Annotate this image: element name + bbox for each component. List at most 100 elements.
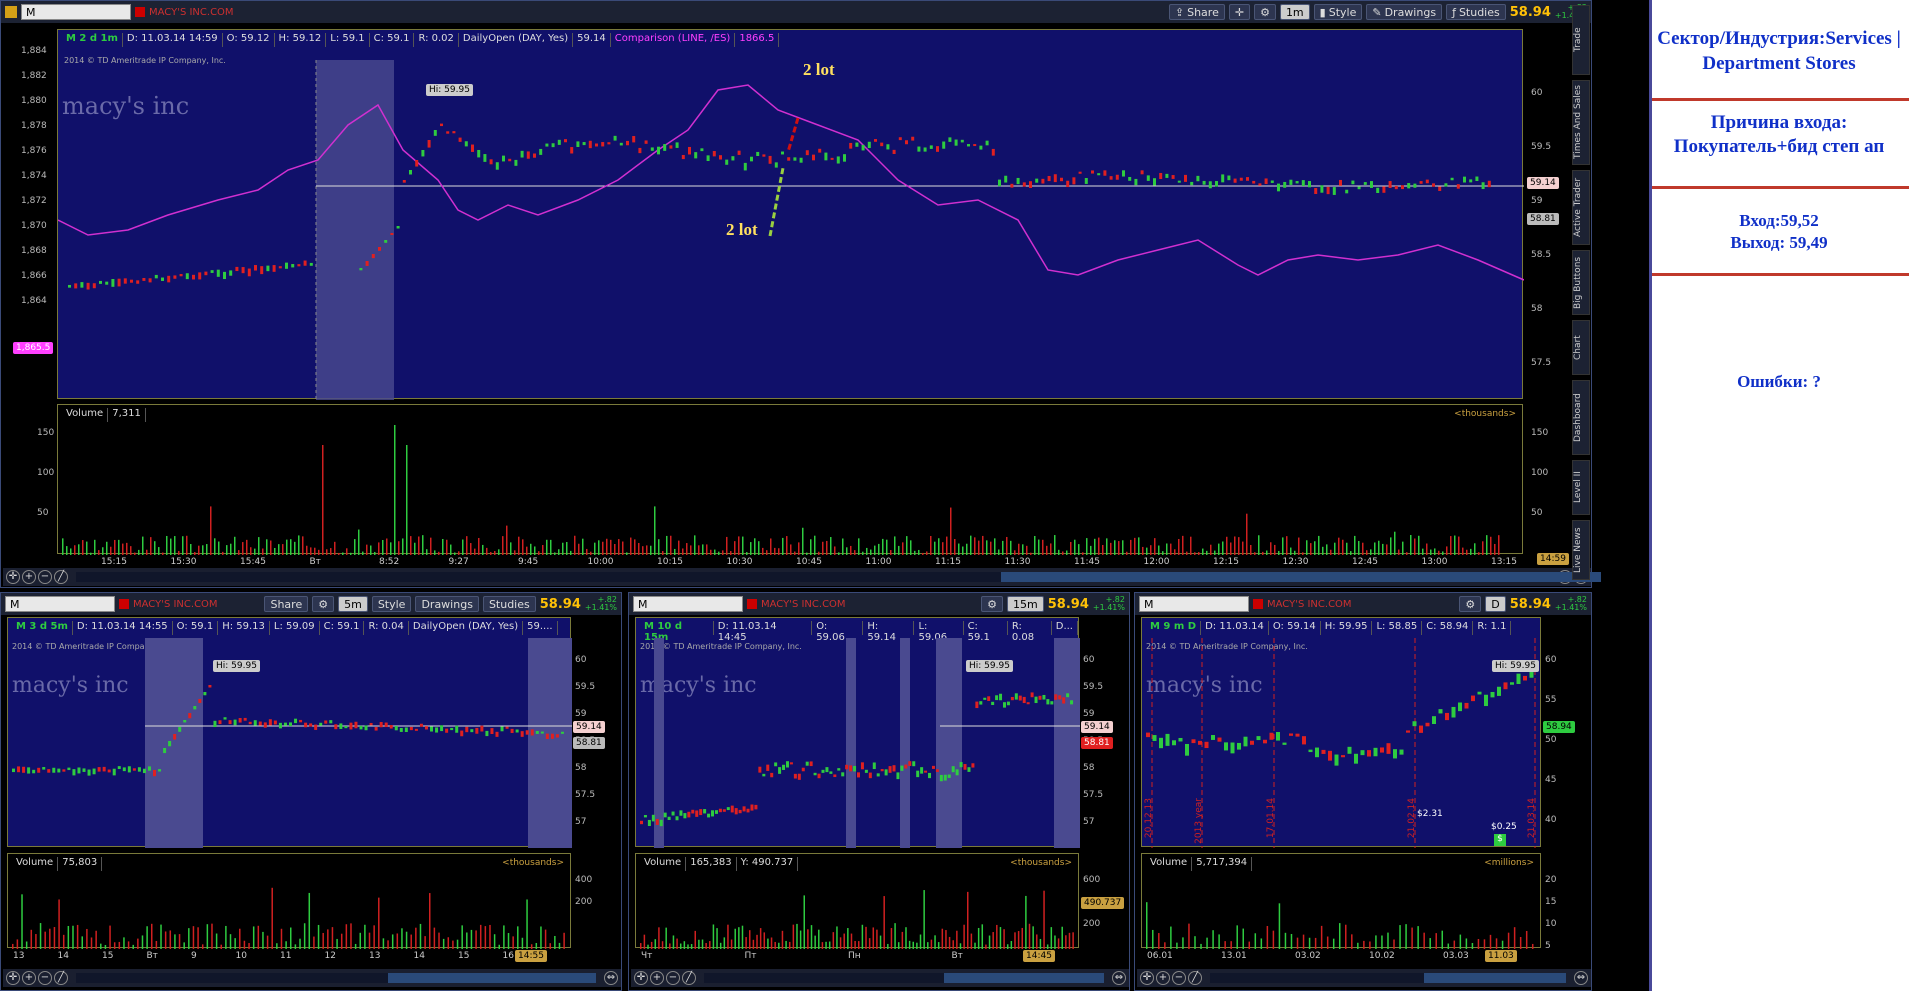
link-icon[interactable] [119,599,129,609]
volume-bar [1054,535,1056,555]
volume-plot[interactable]: Volume 5,717,394 <millions> [1141,853,1541,949]
zoom-in-icon[interactable]: + [650,971,664,985]
volume-bar [362,551,364,555]
side-tab[interactable]: Level II [1572,460,1590,515]
volume-plot[interactable]: Volume 165,383 Y: 490.737 <thousands> [635,853,1079,949]
volume-bar [1266,925,1269,949]
scrollbar-track[interactable] [76,572,1601,582]
draw-line-icon[interactable]: ╱ [54,971,68,985]
time-axis-tick: 11:00 [865,557,892,567]
right-axis-tick: 60 [1545,655,1557,665]
es-price-tag: 1,865.5 [13,342,54,354]
scrollbar-thumb[interactable] [944,973,1104,983]
candle [167,275,171,283]
price-plot[interactable]: M 10 d 15m D: 11.03.14 14:45 O: 59.06 H: 59… [635,617,1080,848]
side-tab[interactable]: Times And Sales [1572,80,1590,165]
side-tab[interactable]: Chart [1572,320,1590,375]
draw-line-icon[interactable]: ╱ [54,570,68,584]
candle [908,761,912,766]
expand-icon[interactable]: ⇔ [1112,971,1126,985]
candle [1022,182,1026,187]
app-icon[interactable] [5,6,17,18]
candle [299,719,303,723]
candle [394,726,398,731]
volume-bar [1248,941,1251,949]
volume-bar [1142,546,1144,555]
pan-icon[interactable]: ✛ [6,971,20,985]
interval-button[interactable]: D [1485,596,1506,612]
settings-button[interactable]: ⚙ [312,596,335,612]
price-plot[interactable]: M 3 d 5m D: 11.03.14 14:55 O: 59.1 H: 59.13… [7,617,572,848]
side-tab[interactable]: Live News [1572,520,1590,580]
interval-button[interactable]: 15m [1007,596,1044,612]
zoom-out-icon[interactable]: − [38,971,52,985]
scrollbar-thumb[interactable] [1423,973,1566,983]
volume-plot[interactable]: Volume 7,311 <thousands> [57,404,1523,555]
pan-icon[interactable]: ✛ [6,570,20,584]
scrollbar-thumb[interactable] [388,973,596,983]
zoom-in-icon[interactable]: + [1156,971,1170,985]
share-button[interactable]: Share [264,596,309,612]
symbol-input[interactable]: M [1139,596,1249,612]
scrollbar-track[interactable] [76,973,596,983]
volume-bar [982,535,984,555]
volume-plot[interactable]: Volume 75,803 <thousands> [7,853,571,949]
scrollbar-track[interactable] [704,973,1104,983]
volume-bar [994,538,996,555]
studies-button[interactable]: ƒ Studies [1446,4,1506,20]
candle [520,731,524,737]
link-icon[interactable] [135,7,145,17]
link-icon[interactable] [747,599,757,609]
right-axis-tick: 57.5 [1083,790,1104,800]
volume-bar [1346,542,1348,555]
crosshair-button[interactable]: ✛ [1228,4,1251,20]
zoom-in-icon[interactable]: + [22,570,36,584]
volume-bar [373,925,375,949]
settings-button[interactable]: ⚙ [981,596,1004,612]
side-tab[interactable]: Big Buttons [1572,250,1590,315]
scrollbar-thumb[interactable] [1001,572,1601,582]
volume-bar [190,544,192,555]
dividend-icon[interactable]: $ [1494,834,1506,846]
pan-icon[interactable]: ✛ [634,971,648,985]
share-button[interactable]: ⇪ Share [1168,4,1225,20]
volume-bar [266,539,268,555]
zoom-out-icon[interactable]: − [38,570,52,584]
drawings-button[interactable]: Drawings [415,596,479,612]
side-tab[interactable]: Active Trader [1572,170,1590,245]
volume-bar [554,935,556,949]
interval-button[interactable]: 5m [338,596,368,612]
volume-bar [706,544,708,555]
price-plot[interactable]: M 2 d 1m D: 11.03.14 14:59 O: 59.12 H: 5… [57,29,1524,400]
drawings-button[interactable]: ✎ Drawings [1366,4,1443,20]
volume-svg [640,890,1074,949]
settings-button[interactable]: ⚙ [1459,596,1482,612]
volume-bar [850,545,852,555]
draw-line-icon[interactable]: ╱ [1188,971,1202,985]
draw-line-icon[interactable]: ╱ [682,971,696,985]
zoom-out-icon[interactable]: − [666,971,680,985]
price-plot[interactable]: M 9 m D D: 11.03.14 O: 59.14 H: 59.95 L: 58.… [1141,617,1541,848]
link-icon[interactable] [1253,599,1263,609]
style-button[interactable]: ▮ Style [1313,4,1363,20]
side-tab[interactable]: Dashboard [1572,380,1590,455]
volume-bar [959,943,962,949]
style-button[interactable]: Style [371,596,412,612]
volume-bar [1462,547,1464,555]
expand-icon[interactable]: ⇔ [604,971,618,985]
zoom-in-icon[interactable]: + [22,971,36,985]
volume-bar [1138,537,1140,555]
symbol-input[interactable]: M [5,596,115,612]
pan-icon[interactable]: ✛ [1140,971,1154,985]
scrollbar-track[interactable] [1210,973,1566,983]
studies-button[interactable]: Studies [482,596,536,612]
interval-button[interactable]: 1m [1279,4,1310,20]
expand-icon[interactable]: ⇔ [1574,971,1588,985]
symbol-input[interactable]: M [21,4,131,20]
settings-button[interactable]: ⚙ [1254,4,1276,20]
side-tab[interactable]: Trade [1572,5,1590,75]
volume-bar [1032,926,1034,949]
volume-bar [1036,934,1038,949]
zoom-out-icon[interactable]: − [1172,971,1186,985]
symbol-input[interactable]: M [633,596,743,612]
